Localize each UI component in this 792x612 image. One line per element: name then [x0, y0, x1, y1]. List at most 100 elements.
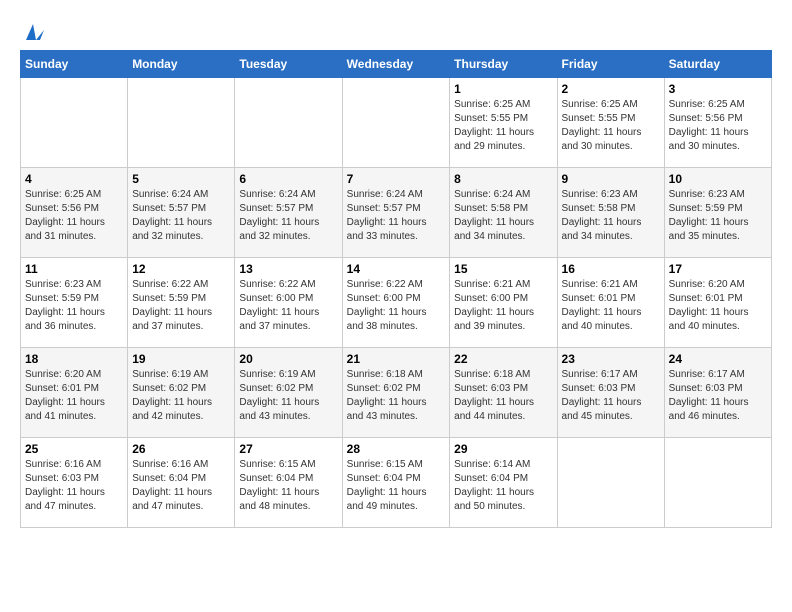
day-number: 9	[562, 172, 660, 186]
calendar-header-monday: Monday	[128, 51, 235, 78]
calendar-cell: 10Sunrise: 6:23 AM Sunset: 5:59 PM Dayli…	[664, 168, 771, 258]
day-number: 28	[347, 442, 446, 456]
calendar-cell	[21, 78, 128, 168]
calendar-cell: 2Sunrise: 6:25 AM Sunset: 5:55 PM Daylig…	[557, 78, 664, 168]
calendar-week-row: 25 Sunrise: 6:16 AM Sunset: 6:03 PM Dayli…	[21, 438, 772, 528]
day-number: 11	[25, 262, 123, 276]
day-info: Sunrise: 6:19 AM Sunset: 6:02 PM Dayligh…	[239, 368, 337, 424]
calendar-cell: 9 Sunrise: 6:23 AM Sunset: 5:58 PM Daylig…	[557, 168, 664, 258]
calendar-cell: 16 Sunrise: 6:21 AM Sunset: 6:01 PM Dayli…	[557, 258, 664, 348]
day-number: 25	[25, 442, 123, 456]
day-info: Sunrise: 6:22 AM Sunset: 5:59 PM Dayligh…	[132, 278, 230, 334]
day-info: Sunrise: 6:15 AM Sunset: 6:04 PM Dayligh…	[347, 458, 446, 514]
day-number: 15	[454, 262, 552, 276]
day-number: 29	[454, 442, 552, 456]
day-info: Sunrise: 6:18 AM Sunset: 6:03 PM Dayligh…	[454, 368, 552, 424]
calendar-cell	[235, 78, 342, 168]
page-header	[20, 20, 772, 40]
day-number: 6	[239, 172, 337, 186]
day-info: Sunrise: 6:20 AM Sunset: 6:01 PM Dayligh…	[25, 368, 123, 424]
calendar-week-row: 11 Sunrise: 6:23 AM Sunset: 5:59 PM Dayli…	[21, 258, 772, 348]
calendar-cell: 4 Sunrise: 6:25 AM Sunset: 5:56 PM Daylig…	[21, 168, 128, 258]
calendar-week-row: 1 Sunrise: 6:25 AM Sunset: 5:55 PM Daylig…	[21, 78, 772, 168]
calendar-cell: 8 Sunrise: 6:24 AM Sunset: 5:58 PM Daylig…	[450, 168, 557, 258]
calendar-header-friday: Friday	[557, 51, 664, 78]
day-info: Sunrise: 6:24 AM Sunset: 5:58 PM Dayligh…	[454, 188, 552, 244]
day-info: Sunrise: 6:21 AM Sunset: 6:00 PM Dayligh…	[454, 278, 552, 334]
day-info: Sunrise: 6:25 AM Sunset: 5:56 PM Dayligh…	[25, 188, 123, 244]
calendar-cell: 7 Sunrise: 6:24 AM Sunset: 5:57 PM Daylig…	[342, 168, 450, 258]
day-info: Sunrise: 6:17 AM Sunset: 6:03 PM Dayligh…	[562, 368, 660, 424]
day-info: Sunrise: 6:22 AM Sunset: 6:00 PM Dayligh…	[239, 278, 337, 334]
day-info: Sunrise: 6:23 AM Sunset: 5:59 PM Dayligh…	[25, 278, 123, 334]
day-number: 24	[669, 352, 767, 366]
day-number: 17	[669, 262, 767, 276]
day-number: 23	[562, 352, 660, 366]
calendar-cell: 3Sunrise: 6:25 AM Sunset: 5:56 PM Daylig…	[664, 78, 771, 168]
calendar-cell: 17 Sunrise: 6:20 AM Sunset: 6:01 PM Dayli…	[664, 258, 771, 348]
day-info: Sunrise: 6:19 AM Sunset: 6:02 PM Dayligh…	[132, 368, 230, 424]
calendar-cell	[557, 438, 664, 528]
day-number: 18	[25, 352, 123, 366]
logo	[20, 20, 44, 40]
day-number: 13	[239, 262, 337, 276]
calendar-header-thursday: Thursday	[450, 51, 557, 78]
calendar-cell: 11 Sunrise: 6:23 AM Sunset: 5:59 PM Dayli…	[21, 258, 128, 348]
day-number: 7	[347, 172, 446, 186]
calendar-cell: 29 Sunrise: 6:14 AM Sunset: 6:04 PM Dayli…	[450, 438, 557, 528]
day-info: Sunrise: 6:16 AM Sunset: 6:04 PM Dayligh…	[132, 458, 230, 514]
calendar-cell	[128, 78, 235, 168]
calendar-cell: 21 Sunrise: 6:18 AM Sunset: 6:02 PM Dayli…	[342, 348, 450, 438]
day-number: 4	[25, 172, 123, 186]
day-info: Sunrise: 6:21 AM Sunset: 6:01 PM Dayligh…	[562, 278, 660, 334]
day-info: Sunrise: 6:23 AM Sunset: 5:58 PM Dayligh…	[562, 188, 660, 244]
day-number: 14	[347, 262, 446, 276]
logo-icon	[22, 22, 44, 40]
calendar-cell: 26Sunrise: 6:16 AM Sunset: 6:04 PM Dayli…	[128, 438, 235, 528]
calendar-cell: 20 Sunrise: 6:19 AM Sunset: 6:02 PM Dayli…	[235, 348, 342, 438]
calendar-table: SundayMondayTuesdayWednesdayThursdayFrid…	[20, 50, 772, 528]
calendar-cell: 12 Sunrise: 6:22 AM Sunset: 5:59 PM Dayli…	[128, 258, 235, 348]
day-number: 21	[347, 352, 446, 366]
day-number: 22	[454, 352, 552, 366]
calendar-header-tuesday: Tuesday	[235, 51, 342, 78]
day-info: Sunrise: 6:20 AM Sunset: 6:01 PM Dayligh…	[669, 278, 767, 334]
day-number: 16	[562, 262, 660, 276]
calendar-week-row: 18 Sunrise: 6:20 AM Sunset: 6:01 PM Dayli…	[21, 348, 772, 438]
day-number: 12	[132, 262, 230, 276]
calendar-header-row: SundayMondayTuesdayWednesdayThursdayFrid…	[21, 51, 772, 78]
day-number: 27	[239, 442, 337, 456]
day-info: Sunrise: 6:24 AM Sunset: 5:57 PM Dayligh…	[347, 188, 446, 244]
calendar-cell: 23 Sunrise: 6:17 AM Sunset: 6:03 PM Dayli…	[557, 348, 664, 438]
calendar-cell: 1 Sunrise: 6:25 AM Sunset: 5:55 PM Daylig…	[450, 78, 557, 168]
calendar-cell	[342, 78, 450, 168]
day-number: 10	[669, 172, 767, 186]
calendar-cell: 27 Sunrise: 6:15 AM Sunset: 6:04 PM Dayli…	[235, 438, 342, 528]
day-info: Sunrise: 6:25 AM Sunset: 5:55 PM Dayligh…	[454, 98, 552, 154]
calendar-cell: 5 Sunrise: 6:24 AM Sunset: 5:57 PM Daylig…	[128, 168, 235, 258]
calendar-cell: 24Sunrise: 6:17 AM Sunset: 6:03 PM Dayli…	[664, 348, 771, 438]
calendar-cell: 14Sunrise: 6:22 AM Sunset: 6:00 PM Dayli…	[342, 258, 450, 348]
day-info: Sunrise: 6:15 AM Sunset: 6:04 PM Dayligh…	[239, 458, 337, 514]
calendar-cell: 22 Sunrise: 6:18 AM Sunset: 6:03 PM Dayli…	[450, 348, 557, 438]
day-info: Sunrise: 6:24 AM Sunset: 5:57 PM Dayligh…	[132, 188, 230, 244]
calendar-cell: 28 Sunrise: 6:15 AM Sunset: 6:04 PM Dayli…	[342, 438, 450, 528]
day-info: Sunrise: 6:16 AM Sunset: 6:03 PM Dayligh…	[25, 458, 123, 514]
calendar-header-saturday: Saturday	[664, 51, 771, 78]
day-number: 5	[132, 172, 230, 186]
calendar-cell: 15 Sunrise: 6:21 AM Sunset: 6:00 PM Dayli…	[450, 258, 557, 348]
day-number: 20	[239, 352, 337, 366]
calendar-header-wednesday: Wednesday	[342, 51, 450, 78]
calendar-header-sunday: Sunday	[21, 51, 128, 78]
day-info: Sunrise: 6:18 AM Sunset: 6:02 PM Dayligh…	[347, 368, 446, 424]
calendar-cell: 18 Sunrise: 6:20 AM Sunset: 6:01 PM Dayli…	[21, 348, 128, 438]
calendar-cell: 25 Sunrise: 6:16 AM Sunset: 6:03 PM Dayli…	[21, 438, 128, 528]
calendar-cell: 13 Sunrise: 6:22 AM Sunset: 6:00 PM Dayli…	[235, 258, 342, 348]
day-info: Sunrise: 6:14 AM Sunset: 6:04 PM Dayligh…	[454, 458, 552, 514]
day-number: 8	[454, 172, 552, 186]
calendar-cell: 19Sunrise: 6:19 AM Sunset: 6:02 PM Dayli…	[128, 348, 235, 438]
calendar-cell: 6Sunrise: 6:24 AM Sunset: 5:57 PM Daylig…	[235, 168, 342, 258]
day-info: Sunrise: 6:25 AM Sunset: 5:55 PM Dayligh…	[562, 98, 660, 154]
day-info: Sunrise: 6:25 AM Sunset: 5:56 PM Dayligh…	[669, 98, 767, 154]
day-number: 1	[454, 82, 552, 96]
